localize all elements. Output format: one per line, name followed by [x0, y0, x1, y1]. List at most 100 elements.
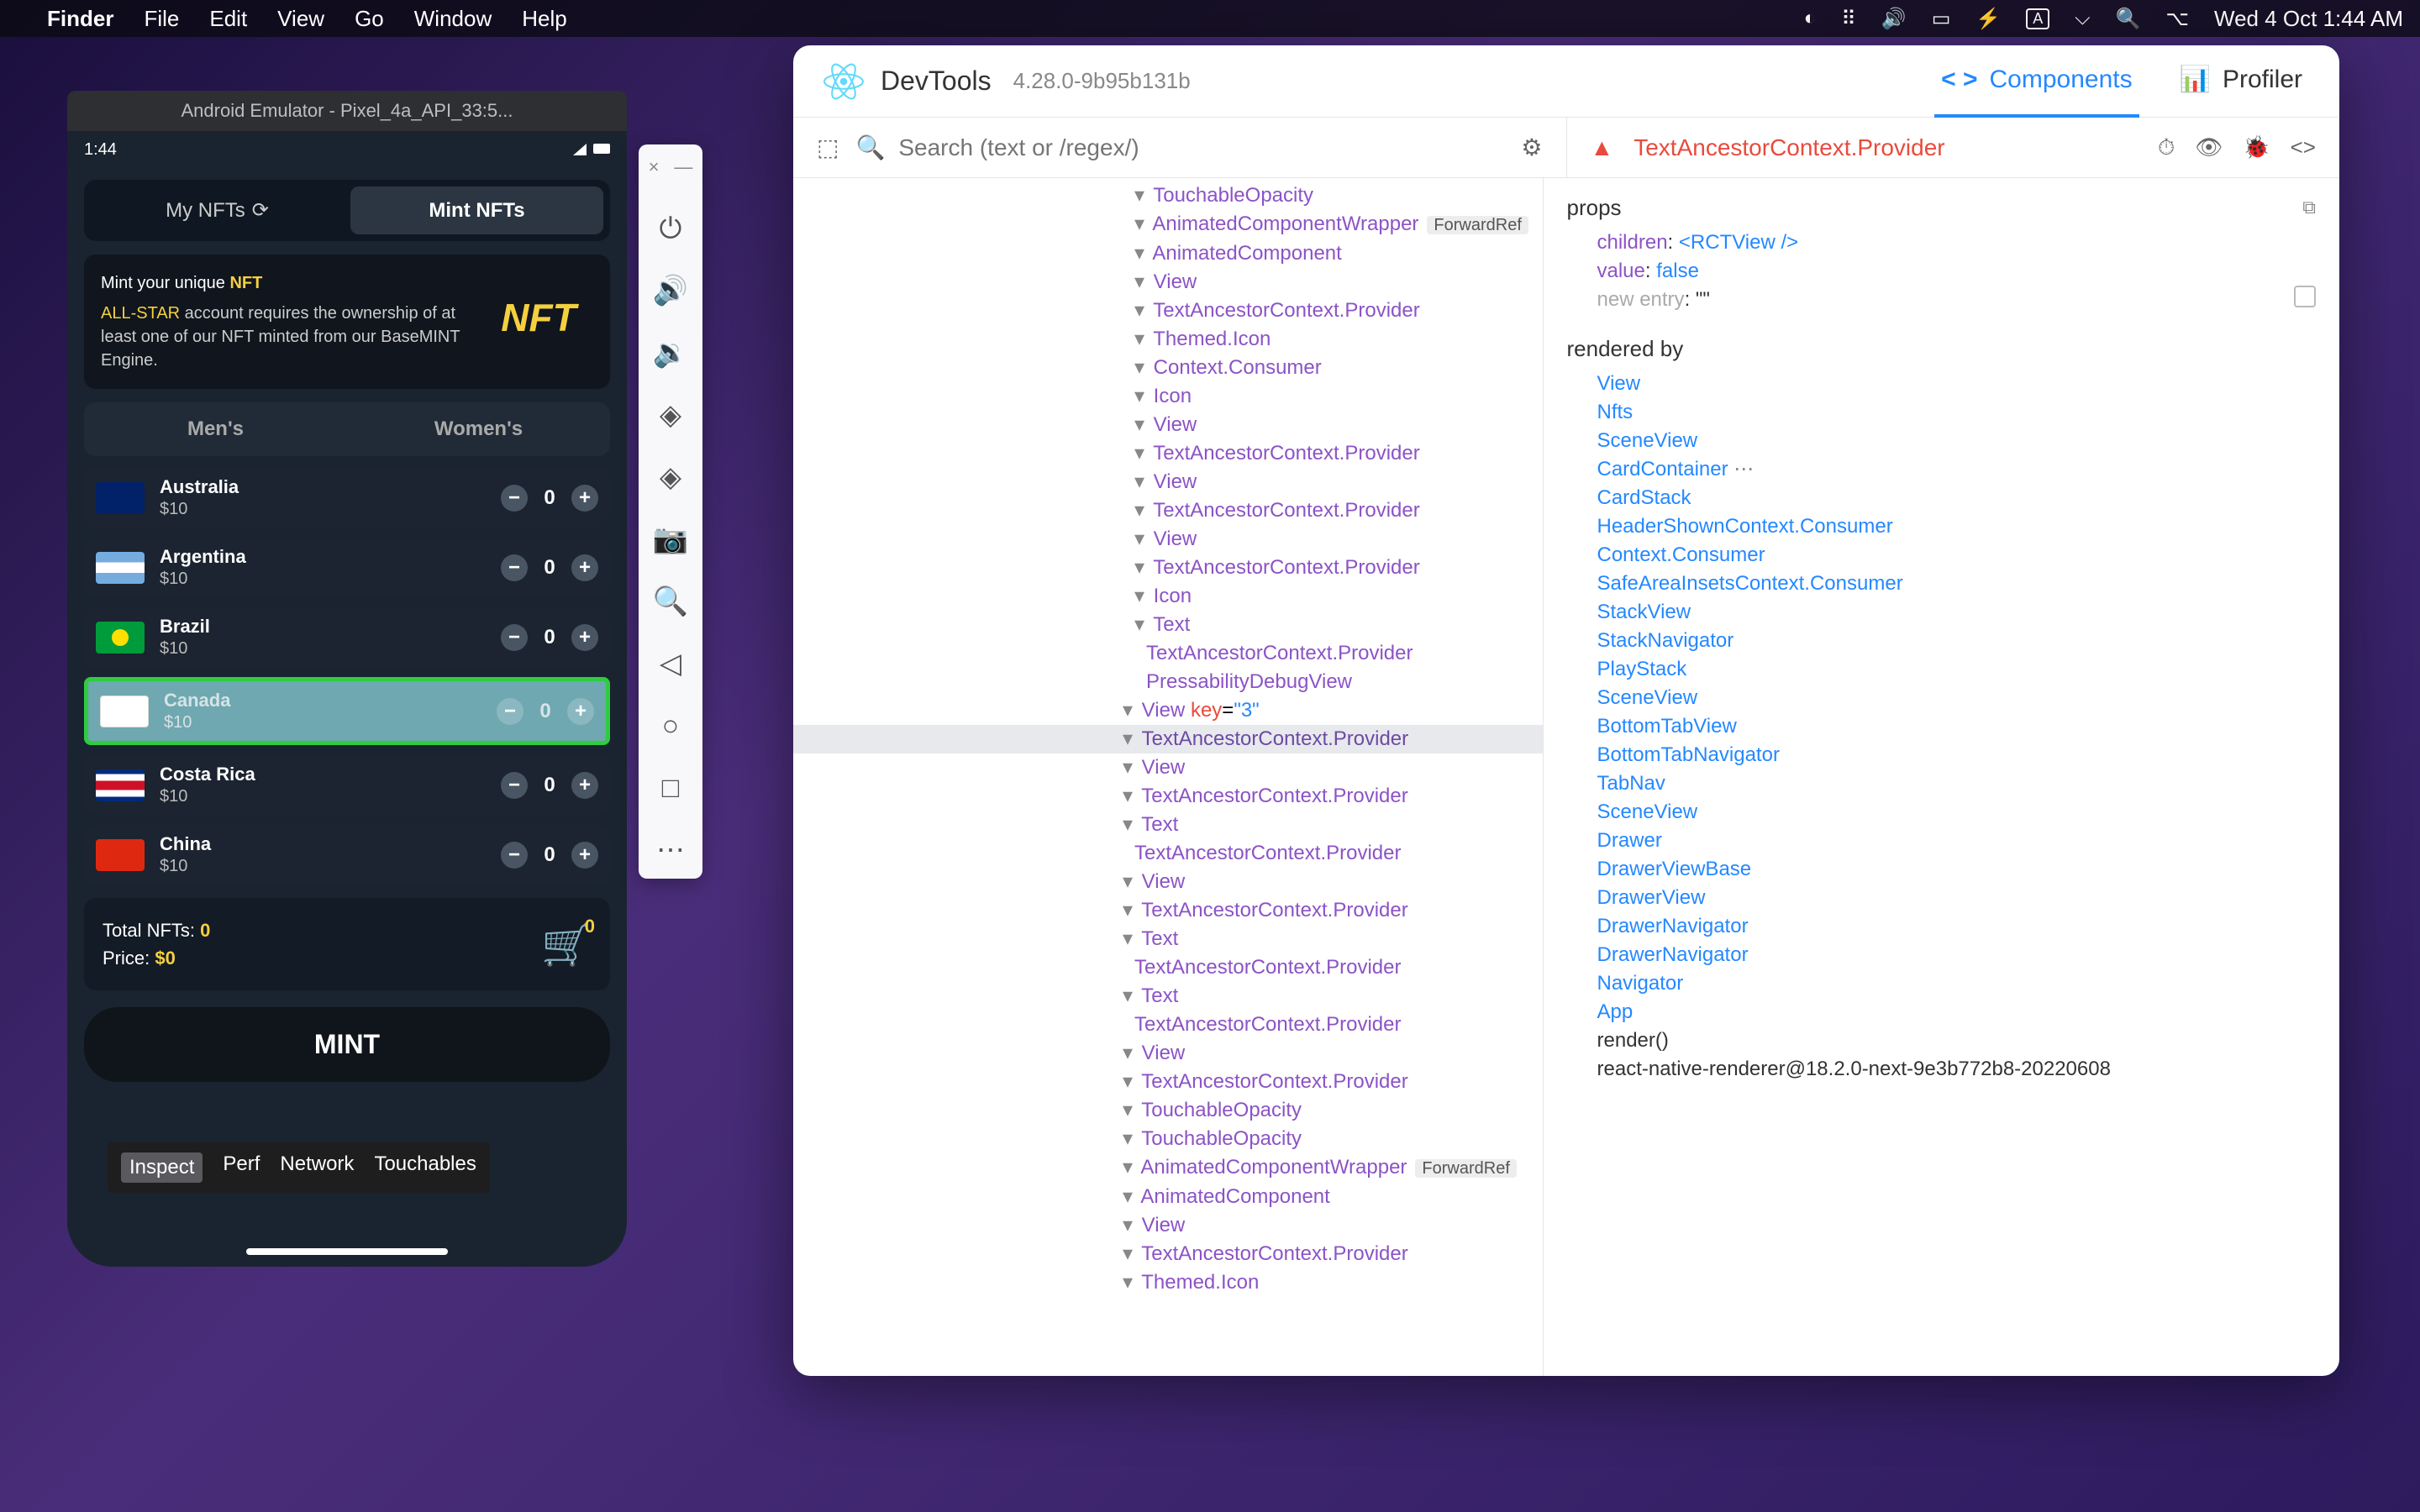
rendered-by-item[interactable]: DrawerViewBase	[1567, 855, 2317, 884]
decrement-button[interactable]: −	[501, 842, 528, 869]
tree-node[interactable]: ▾ Icon	[793, 582, 1543, 611]
menu-edit[interactable]: Edit	[209, 6, 247, 32]
rendered-by-item[interactable]: Context.Consumer	[1567, 541, 2317, 570]
tree-node[interactable]: ▾ Text	[793, 611, 1543, 639]
country-row[interactable]: China$10 −0+	[84, 825, 610, 885]
tree-node[interactable]: ▾ View	[793, 1211, 1543, 1240]
tree-node[interactable]: ▾ TextAncestorContext.Provider	[793, 782, 1543, 811]
tree-node[interactable]: ▾ AnimatedComponentWrapperForwardRef	[793, 1153, 1543, 1183]
bottom-tab-icon[interactable]	[530, 1193, 579, 1242]
menu-window[interactable]: Window	[414, 6, 492, 32]
rendered-by-item[interactable]: PlayStack	[1567, 655, 2317, 684]
rendered-by-item[interactable]: BottomTabView	[1567, 712, 2317, 741]
decrement-button[interactable]: −	[501, 624, 528, 651]
bottom-tab-icon[interactable]	[218, 1193, 267, 1242]
tree-node[interactable]: ▾ View	[793, 525, 1543, 554]
volume-up-icon[interactable]: 🔊	[654, 274, 687, 307]
increment-button[interactable]: +	[571, 485, 598, 512]
rendered-by-item[interactable]: SafeAreaInsetsContext.Consumer	[1567, 570, 2317, 598]
status-icon[interactable]: ⠿	[1841, 7, 1856, 31]
menubar-app[interactable]: Finder	[47, 6, 113, 32]
tree-node[interactable]: ▾ TextAncestorContext.Provider	[793, 554, 1543, 582]
inspector-tab-perf[interactable]: Perf	[223, 1152, 260, 1183]
tree-node[interactable]: ▾ View	[793, 753, 1543, 782]
rendered-by-item[interactable]: DrawerNavigator	[1567, 912, 2317, 941]
tree-node[interactable]: ▾ Icon	[793, 382, 1543, 411]
rendered-by-item[interactable]: Nfts	[1567, 398, 2317, 427]
home-icon[interactable]: ○	[654, 709, 687, 743]
tree-node[interactable]: ▾ TouchableOpacity	[793, 1125, 1543, 1153]
menu-file[interactable]: File	[144, 6, 179, 32]
tab-womens[interactable]: Women's	[347, 402, 610, 456]
battery-icon[interactable]: ⚡	[1975, 7, 2001, 31]
tree-node[interactable]: ▾ AnimatedComponent	[793, 1183, 1543, 1211]
settings-icon[interactable]: ⚙	[1521, 134, 1542, 161]
status-icon[interactable]: ◐	[1804, 7, 1817, 30]
tree-node[interactable]: ▾ View key="3"	[793, 696, 1543, 725]
rendered-by-item[interactable]: TabNav	[1567, 769, 2317, 798]
rendered-by-item[interactable]: CardContainer ⋯	[1567, 455, 2317, 484]
rendered-by-item[interactable]: SceneView	[1567, 427, 2317, 455]
mint-button[interactable]: MINT	[84, 1007, 610, 1082]
menu-help[interactable]: Help	[522, 6, 566, 32]
rendered-by-item[interactable]: Navigator	[1567, 969, 2317, 998]
tree-node[interactable]: ▾ View	[793, 468, 1543, 496]
rotate-left-icon[interactable]: ◈	[654, 398, 687, 432]
tree-node[interactable]: ▾ Themed.Icon	[793, 1268, 1543, 1297]
tree-node[interactable]: TextAncestorContext.Provider	[793, 953, 1543, 982]
increment-button[interactable]: +	[571, 624, 598, 651]
tree-node[interactable]: TextAncestorContext.Provider	[793, 839, 1543, 868]
select-element-icon[interactable]: ⬚	[817, 134, 839, 161]
code-icon[interactable]: <>	[2291, 134, 2316, 161]
country-row[interactable]: Canada$10 −0+	[84, 677, 610, 745]
camera-icon[interactable]: 📷	[654, 522, 687, 556]
tree-node[interactable]: ▾ TextAncestorContext.Provider	[793, 496, 1543, 525]
close-icon[interactable]: ×	[649, 156, 660, 178]
checkbox-icon[interactable]	[2294, 286, 2316, 307]
tree-node[interactable]: ▾ View	[793, 1039, 1543, 1068]
spotlight-icon[interactable]: 🔍	[2115, 7, 2140, 31]
rendered-by-item[interactable]: StackNavigator	[1567, 627, 2317, 655]
android-home-bar[interactable]	[246, 1248, 448, 1255]
stopwatch-icon[interactable]: ⏱	[2158, 134, 2175, 161]
rendered-by-item[interactable]: DrawerNavigator	[1567, 941, 2317, 969]
menu-go[interactable]: Go	[355, 6, 384, 32]
tree-node[interactable]: ▾ TouchableOpacity	[793, 181, 1543, 210]
input-icon[interactable]: A	[2026, 8, 2049, 29]
tree-node[interactable]: ▾ TextAncestorContext.Provider	[793, 1068, 1543, 1096]
menu-view[interactable]: View	[277, 6, 324, 32]
tab-mint-nfts[interactable]: Mint NFTs	[350, 186, 603, 234]
rendered-by-item[interactable]: App	[1567, 998, 2317, 1026]
copy-icon[interactable]: ⧉	[2302, 193, 2316, 222]
increment-button[interactable]: +	[571, 772, 598, 799]
tab-components[interactable]: < > Components	[1934, 45, 2139, 118]
tree-node[interactable]: TextAncestorContext.Provider	[793, 1011, 1543, 1039]
rendered-by-item[interactable]: Drawer	[1567, 827, 2317, 855]
back-icon[interactable]: ◁	[654, 647, 687, 680]
tree-node[interactable]: ▾ TextAncestorContext.Provider	[793, 439, 1543, 468]
rendered-by-item[interactable]: HeaderShownContext.Consumer	[1567, 512, 2317, 541]
tree-node[interactable]: ▾ Text	[793, 982, 1543, 1011]
new-entry-label[interactable]: new entry	[1597, 288, 1685, 311]
zoom-icon[interactable]: 🔍	[654, 585, 687, 618]
power-icon[interactable]: ⏻	[654, 212, 687, 245]
volume-icon[interactable]: 🔊	[1881, 7, 1907, 31]
tree-node[interactable]: ▾ TextAncestorContext.Provider	[793, 297, 1543, 325]
tree-node[interactable]: TextAncestorContext.Provider	[793, 639, 1543, 668]
bottom-tab-icon[interactable]	[323, 1193, 371, 1242]
decrement-button[interactable]: −	[497, 698, 523, 725]
rendered-by-item[interactable]: BottomTabNavigator	[1567, 741, 2317, 769]
tree-node[interactable]: ▾ Text	[793, 811, 1543, 839]
rendered-by-item[interactable]: CardStack	[1567, 484, 2317, 512]
tree-node[interactable]: ▾ View	[793, 411, 1543, 439]
component-tree[interactable]: ▾ TouchableOpacity▾ AnimatedComponentWra…	[793, 178, 1544, 1376]
overview-icon[interactable]: □	[654, 771, 687, 805]
tree-node[interactable]: ▾ TextAncestorContext.Provider	[793, 725, 1543, 753]
eye-icon[interactable]: 👁	[2195, 134, 2223, 161]
tab-mens[interactable]: Men's	[84, 402, 347, 456]
minimize-icon[interactable]: —	[674, 156, 692, 178]
tab-my-nfts[interactable]: My NFTs⟳	[91, 186, 344, 234]
increment-button[interactable]: +	[571, 842, 598, 869]
increment-button[interactable]: +	[567, 698, 594, 725]
display-icon[interactable]: ▭	[1932, 7, 1951, 31]
